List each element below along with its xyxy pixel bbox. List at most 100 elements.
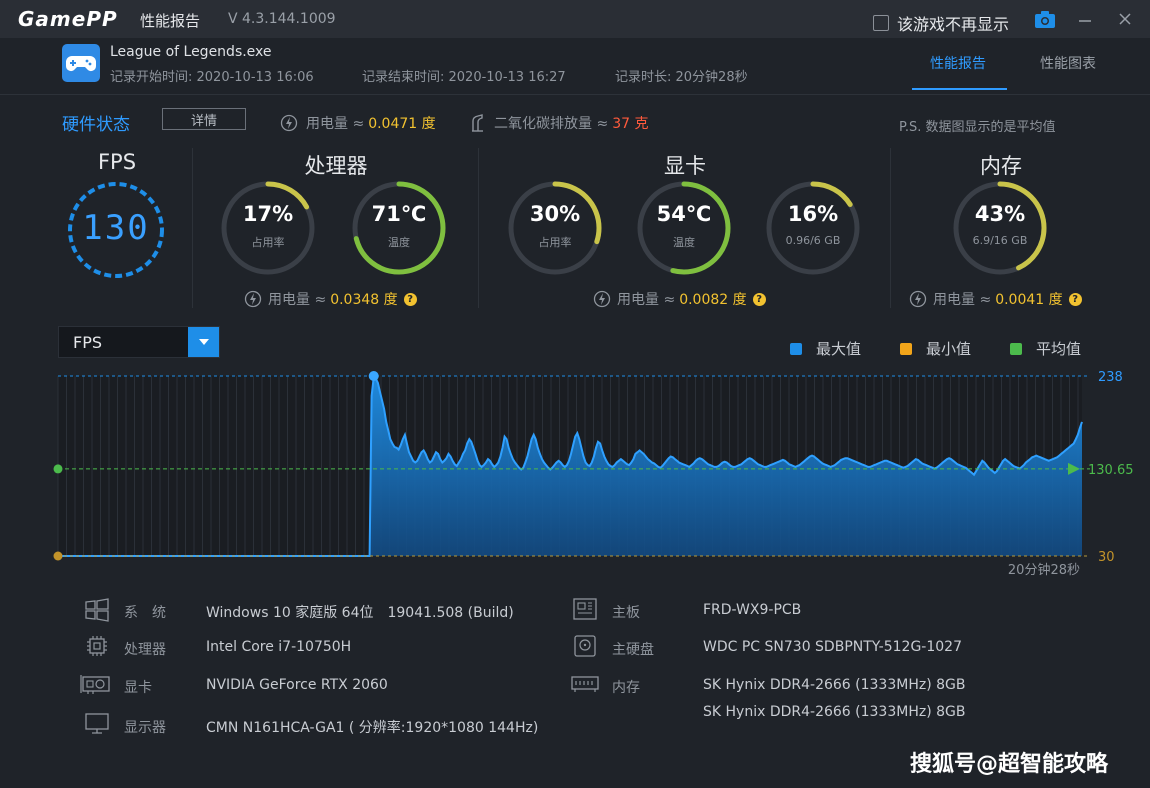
memory-power-label: 用电量 ≈ xyxy=(933,292,992,308)
min-point-marker xyxy=(53,551,63,561)
fps-title: FPS xyxy=(97,150,137,174)
cpu-temp-value: 71℃ xyxy=(371,202,427,226)
memory-module-icon xyxy=(571,676,599,692)
help-icon[interactable]: ? xyxy=(752,292,766,306)
memory-value-2: SK Hynix DDR4-2666 (1333MHz) 8GB xyxy=(703,704,966,720)
graphics-card-icon xyxy=(80,675,110,694)
memory-power-value: 0.0041 度 xyxy=(995,292,1063,308)
cpu-chip-icon xyxy=(87,636,107,656)
legend-max-swatch xyxy=(790,342,802,355)
cpu-power-label: 用电量 ≈ xyxy=(268,292,327,308)
motherboard-icon xyxy=(573,598,597,620)
max-value-label: 238 xyxy=(1098,370,1123,385)
disk-label: 主硬盘 xyxy=(612,642,654,658)
memory-usage-value: 43% xyxy=(974,202,1026,226)
metric-select[interactable]: FPS xyxy=(58,326,220,358)
legend-min-label: 最小值 xyxy=(926,340,972,358)
motherboard-value: FRD-WX9-PCB xyxy=(703,602,802,618)
memory-power: 用电量 ≈ 0.0041 度 ? xyxy=(909,289,1082,309)
gpu-power-label: 用电量 ≈ xyxy=(617,292,676,308)
memory-usage-label: 6.9/16 GB xyxy=(972,234,1028,247)
gpu-usage-label: 占用率 xyxy=(538,236,572,249)
monitor-icon xyxy=(85,713,109,734)
minimize-icon[interactable] xyxy=(1073,8,1097,30)
cpu-power-value: 0.0348 度 xyxy=(330,292,398,308)
tab-performance-chart[interactable]: 性能图表 xyxy=(1040,53,1096,73)
legend-avg: 平均值 xyxy=(1010,338,1081,359)
detail-button[interactable]: 详情 xyxy=(162,108,246,130)
cpu-temp-label: 温度 xyxy=(388,236,410,249)
cpu-title: 处理器 xyxy=(304,154,368,178)
game-name: League of Legends.exe xyxy=(110,44,272,60)
gpu-title: 显卡 xyxy=(664,154,706,178)
gpu-value: NVIDIA GeForce RTX 2060 xyxy=(206,677,388,693)
record-end-time: 记录结束时间: 2020-10-13 16:27 xyxy=(362,70,566,85)
chevron-down-icon[interactable] xyxy=(188,327,219,357)
hard-disk-icon xyxy=(574,635,596,657)
record-start-time: 记录开始时间: 2020-10-13 16:06 xyxy=(110,70,314,85)
help-icon[interactable]: ? xyxy=(1068,292,1082,306)
metric-select-value: FPS xyxy=(73,333,103,352)
legend-min: 最小值 xyxy=(900,338,971,359)
gpu-label: 显卡 xyxy=(124,680,152,696)
average-note: P.S. 数据图显示的是平均值 xyxy=(899,120,1056,135)
cpu-usage-value: 17% xyxy=(242,202,294,226)
screenshot-camera-icon[interactable] xyxy=(1033,8,1057,30)
memory-title: 内存 xyxy=(980,154,1022,178)
total-power-value: 0.0471 度 xyxy=(368,116,436,132)
dont-show-toggle[interactable]: 该游戏不再显示 xyxy=(873,11,1009,35)
total-power: 用电量 ≈ 0.0471 度 xyxy=(280,113,436,133)
leaf-icon xyxy=(472,114,483,132)
cpu-label: 处理器 xyxy=(124,642,166,658)
system-value: Windows 10 家庭版 64位 19041.508 (Build) xyxy=(206,605,514,621)
lightning-icon xyxy=(244,290,262,308)
tab-performance-report[interactable]: 性能报告 xyxy=(930,53,986,73)
gpu-temp-gauge: 54℃ 温度 xyxy=(636,180,732,276)
display-label: 显示器 xyxy=(124,720,166,736)
gpu-vram-value: 16% xyxy=(787,202,839,226)
dont-show-checkbox[interactable] xyxy=(873,15,889,31)
divider xyxy=(192,148,193,308)
legend-avg-swatch xyxy=(1010,342,1022,355)
gpu-usage-gauge: 30% 占用率 xyxy=(507,180,603,276)
co2-value: 37 克 xyxy=(612,116,649,132)
lightning-icon xyxy=(593,290,611,308)
title-bar: GamePP 性能报告 V 4.3.144.1009 该游戏不再显示 xyxy=(0,0,1150,38)
cpu-usage-gauge: 17% 占用率 xyxy=(220,180,316,276)
x-axis-end-label: 20分钟28秒 xyxy=(1008,562,1080,578)
avg-value-label: 130.65 xyxy=(1088,463,1134,478)
legend-min-swatch xyxy=(900,342,912,355)
gpu-power-value: 0.0082 度 xyxy=(679,292,747,308)
max-point-marker xyxy=(368,371,379,381)
total-power-label: 用电量 ≈ xyxy=(306,116,365,132)
app-version: V 4.3.144.1009 xyxy=(228,11,336,27)
lightning-icon xyxy=(909,290,927,308)
disk-value: WDC PC SN730 SDBPNTY-512G-1027 xyxy=(703,639,962,655)
gamepad-icon xyxy=(62,44,100,82)
legend-max: 最大值 xyxy=(790,338,861,359)
gpu-usage-value: 30% xyxy=(529,202,581,226)
gpu-vram-label: 0.96/6 GB xyxy=(785,234,841,247)
app-logo: GamePP xyxy=(18,7,118,31)
windows-icon xyxy=(85,598,109,622)
co2-emission: 二氧化碳排放量 ≈ 37 克 xyxy=(470,113,648,133)
watermark: 搜狐号@超智能攻略 xyxy=(910,752,1109,777)
cpu-temp-gauge: 71℃ 温度 xyxy=(351,180,447,276)
memory-value-1: SK Hynix DDR4-2666 (1333MHz) 8GB xyxy=(703,677,966,693)
legend-avg-label: 平均值 xyxy=(1036,340,1082,358)
gpu-temp-label: 温度 xyxy=(673,236,695,249)
hardware-status-title: 硬件状态 xyxy=(62,115,130,135)
legend-max-label: 最大值 xyxy=(816,340,862,358)
divider xyxy=(478,148,479,308)
fps-chart: 238 130.65 30 20分钟28秒 xyxy=(53,370,1134,578)
help-icon[interactable]: ? xyxy=(403,292,417,306)
app-title: 性能报告 xyxy=(140,12,201,30)
cpu-value: Intel Core i7-10750H xyxy=(206,639,352,655)
cpu-usage-label: 占用率 xyxy=(251,236,285,249)
divider xyxy=(890,148,891,308)
close-icon[interactable] xyxy=(1113,8,1137,30)
active-tab-indicator xyxy=(912,88,1007,90)
co2-label: 二氧化碳排放量 ≈ xyxy=(494,116,609,132)
motherboard-label: 主板 xyxy=(612,605,640,621)
display-value: CMN N161HCA-GA1 ( 分辨率:1920*1080 144Hz) xyxy=(206,720,539,736)
